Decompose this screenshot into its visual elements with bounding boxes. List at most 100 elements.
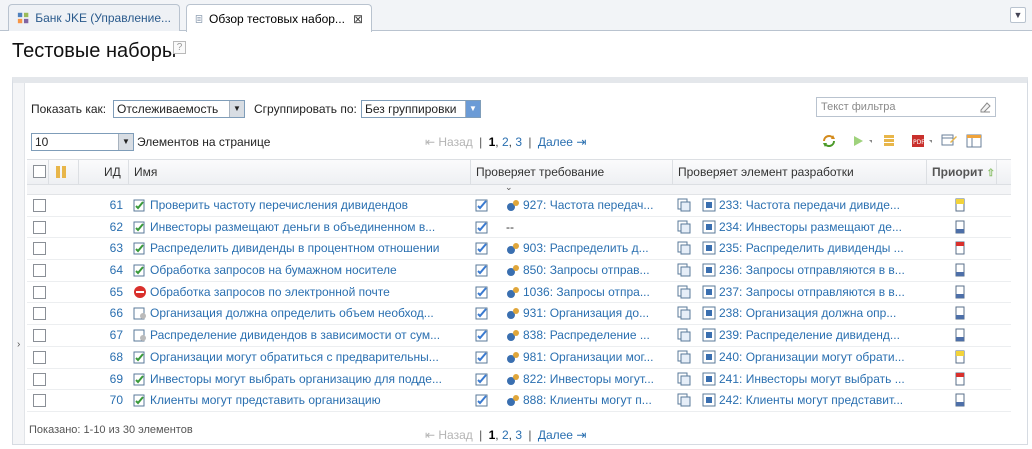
run-icon[interactable]: [846, 133, 872, 149]
clear-filter-icon[interactable]: [979, 101, 991, 113]
next-link[interactable]: Далее: [538, 428, 573, 442]
row-requirement-link[interactable]: 888: Клиенты могут п...: [523, 393, 652, 407]
row-dev-item-link[interactable]: 240: Организации могут обрати...: [719, 350, 905, 364]
row-name-link[interactable]: Проверить частоту перечисления дивидендо…: [150, 198, 408, 212]
row-id[interactable]: 69: [79, 369, 129, 390]
row-id[interactable]: 64: [79, 260, 129, 281]
story-icon: [702, 285, 716, 299]
row-id[interactable]: 62: [79, 217, 129, 238]
row-name-link[interactable]: Инвесторы могут выбрать организацию для …: [150, 372, 442, 386]
row-checkbox[interactable]: [33, 264, 46, 278]
row-id[interactable]: 68: [79, 347, 129, 368]
row-name-link[interactable]: Обработка запросов по электронной почте: [150, 285, 390, 299]
row-checkbox[interactable]: [33, 199, 46, 212]
row-id[interactable]: 67: [79, 325, 129, 346]
row-requirement-link[interactable]: 1036: Запросы отпра...: [523, 285, 650, 299]
row-id[interactable]: 61: [79, 195, 129, 216]
table-row[interactable]: 67 Распределение дивидендов в зависимости…: [27, 325, 1011, 347]
row-requirement-link[interactable]: 927: Частота передач...: [523, 198, 653, 212]
row-dev-item-link[interactable]: 233: Частота передачи дивиде...: [719, 198, 900, 212]
row-name-link[interactable]: Клиенты могут представить организацию: [150, 393, 381, 407]
row-dev-item-link[interactable]: 236: Запросы отправляются в в...: [719, 263, 905, 277]
row-requirement-link[interactable]: 981: Организации мог...: [523, 350, 653, 364]
next-link[interactable]: Далее: [538, 135, 573, 149]
row-checkbox[interactable]: [33, 220, 46, 234]
column-picker-icon[interactable]: [54, 165, 68, 179]
row-name-link[interactable]: Обработка запросов на бумажном носителе: [150, 263, 397, 277]
tab-jke-bank[interactable]: Банк JKE (Управление...: [8, 4, 180, 31]
chevron-down-icon[interactable]: ▼: [1010, 7, 1026, 23]
column-header-requirement[interactable]: Проверяет требование: [471, 160, 673, 185]
row-id[interactable]: 70: [79, 390, 129, 411]
row-name-link[interactable]: Организации могут обратиться с предварит…: [150, 350, 439, 364]
row-dev-item-link[interactable]: 235: Распределить дивиденды ...: [719, 241, 904, 255]
select-all-checkbox[interactable]: [33, 165, 46, 178]
chevron-right-icon[interactable]: ›: [17, 339, 20, 350]
chevron-down-icon[interactable]: ▼: [118, 134, 133, 150]
group-by-select[interactable]: Без группировки ▼: [361, 100, 481, 118]
table-row[interactable]: 61 Проверить частоту перечисления дивиден…: [27, 195, 1011, 217]
close-icon[interactable]: ⊠: [353, 12, 363, 26]
chevron-down-icon[interactable]: ▼: [229, 101, 244, 117]
export-pdf-icon[interactable]: PDF: [906, 133, 932, 149]
row-dev-item-link[interactable]: 237: Запросы отправляются в в...: [719, 285, 905, 299]
row-id[interactable]: 66: [79, 303, 129, 324]
row-checkbox[interactable]: [33, 307, 46, 321]
row-checkbox[interactable]: [33, 285, 46, 299]
row-dev-item-link[interactable]: 239: Распределение дивиденд...: [719, 328, 900, 342]
row-checkbox[interactable]: [33, 372, 46, 386]
table-row[interactable]: 66 Организация должна определить объем не…: [27, 303, 1011, 326]
last-page-icon[interactable]: ⇥: [576, 428, 586, 442]
row-dev-item-link[interactable]: 234: Инвесторы размещают де...: [719, 220, 902, 234]
table-row[interactable]: 65 Обработка запросов по электронной почт…: [27, 282, 1011, 304]
edit-table-icon[interactable]: [941, 133, 957, 149]
chevron-down-icon[interactable]: ▼: [465, 101, 480, 117]
row-requirement-link[interactable]: 931: Организация до...: [523, 306, 649, 320]
row-checkbox[interactable]: [33, 242, 46, 256]
column-header-dev-item[interactable]: Проверяет элемент разработки: [673, 160, 927, 185]
column-header-priority[interactable]: Приорит ⇧: [927, 160, 997, 185]
table-row[interactable]: 62 Инвесторы размещают деньги в объединен…: [27, 217, 1011, 239]
row-id[interactable]: 63: [79, 238, 129, 259]
row-name-link[interactable]: Инвесторы размещают деньги в объединенно…: [150, 220, 435, 234]
configure-columns-icon[interactable]: [966, 133, 982, 149]
columns-icon[interactable]: [881, 133, 897, 149]
row-name-link[interactable]: Распределение дивидендов в зависимости о…: [150, 328, 440, 342]
story-icon: [702, 241, 716, 255]
row-requirement-link[interactable]: 838: Распределение ...: [523, 328, 650, 342]
row-checkbox[interactable]: [33, 350, 46, 364]
row-requirement-link[interactable]: 850: Запросы отправ...: [523, 263, 650, 277]
row-checkbox[interactable]: [33, 329, 46, 343]
row-checkbox[interactable]: [33, 394, 46, 408]
help-icon[interactable]: ?: [173, 41, 186, 54]
refresh-icon[interactable]: [821, 133, 837, 149]
table-row[interactable]: 68 Организации могут обратиться с предвар…: [27, 347, 1011, 369]
row-dev-item-link[interactable]: 241: Инвесторы могут выбрать ...: [719, 372, 905, 386]
page-link-3[interactable]: 3: [515, 135, 522, 149]
show-as-select[interactable]: Отслеживаемость ▼: [113, 100, 245, 118]
last-page-icon[interactable]: ⇥: [576, 135, 586, 149]
page-link-3[interactable]: 3: [515, 428, 522, 442]
row-dev-item-cell: 235: Распределить дивиденды ...: [677, 238, 927, 259]
row-dev-item-link[interactable]: 238: Организация должна опр...: [719, 306, 896, 320]
tab-test-suites-overview[interactable]: Обзор тестовых набор... ⊠: [186, 4, 372, 32]
page-size-select[interactable]: 10 ▼: [31, 133, 134, 151]
table-row[interactable]: 69 Инвесторы могут выбрать организацию дл…: [27, 369, 1011, 391]
column-header-id[interactable]: ИД: [79, 160, 129, 185]
filter-input[interactable]: Текст фильтра: [816, 97, 996, 117]
collapse-rail[interactable]: ›: [13, 83, 25, 444]
row-dev-item-link[interactable]: 242: Клиенты могут представит...: [719, 393, 903, 407]
table-row[interactable]: 63 Распределить дивиденды в процентном от…: [27, 238, 1011, 261]
page-link-2[interactable]: 2: [502, 428, 509, 442]
column-header-name[interactable]: Имя: [129, 160, 471, 185]
row-requirement-link[interactable]: 822: Инвесторы могут...: [523, 372, 654, 386]
row-name-link[interactable]: Организация должна определить объем необ…: [150, 306, 434, 320]
table-row[interactable]: 64 Обработка запросов на бумажном носител…: [27, 260, 1011, 282]
sort-icon[interactable]: ⇧: [987, 168, 995, 179]
page-link-2[interactable]: 2: [502, 135, 509, 149]
row-requirement-link[interactable]: 903: Распределить д...: [523, 241, 649, 255]
column-picker[interactable]: [49, 160, 79, 185]
table-row[interactable]: 70 Клиенты могут представить организацию 8…: [27, 390, 1011, 412]
row-id[interactable]: 65: [79, 282, 129, 303]
row-name-link[interactable]: Распределить дивиденды в процентном отно…: [150, 241, 440, 255]
